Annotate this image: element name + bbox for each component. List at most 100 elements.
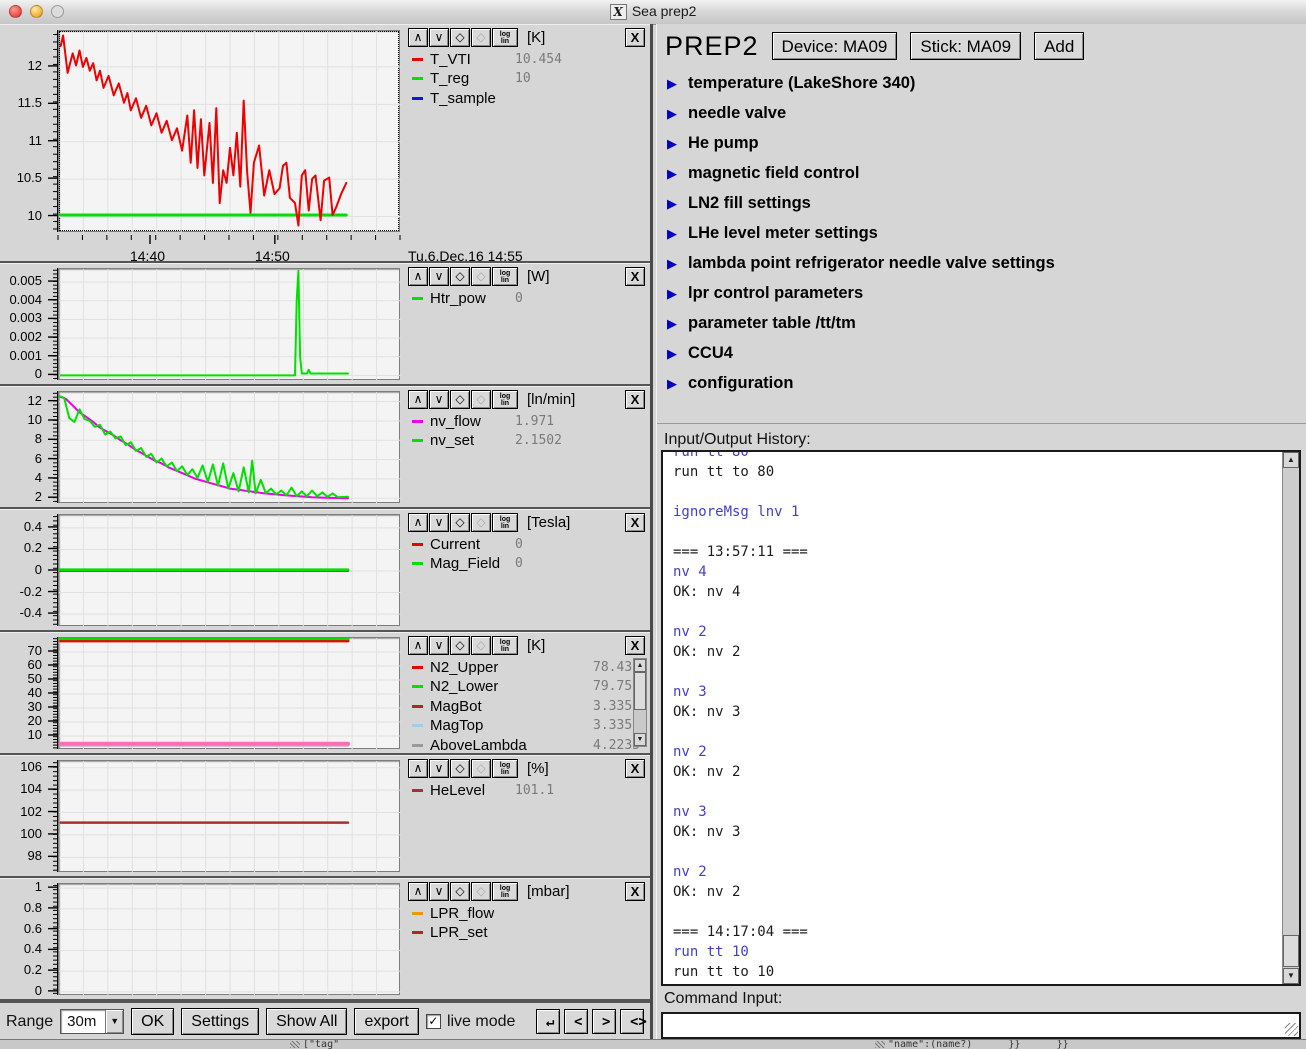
log-lin-toggle-icon[interactable]: loglin [492,513,518,532]
expand-arrow-icon[interactable]: ▶ [667,77,677,90]
scale-up-icon[interactable]: ∧ [408,759,428,778]
scale-up-icon[interactable]: ∧ [408,390,428,409]
show-all-button[interactable]: Show All [266,1008,347,1035]
scale-up-icon[interactable]: ∧ [408,636,428,655]
scale-down-icon[interactable]: ∨ [429,513,449,532]
expand-arrow-icon[interactable]: ▶ [667,377,677,390]
autoscale-icon[interactable]: ◇ [450,28,470,47]
scroll-down-icon[interactable]: ▼ [634,733,646,746]
jump-latest-icon[interactable]: ↵ [536,1009,560,1034]
chart-close-button[interactable]: X [625,28,645,47]
add-button[interactable]: Add [1034,32,1084,60]
y-tick-label: 0.004 [0,293,42,307]
autoscale-off-icon: ◇ [471,513,491,532]
settings-button[interactable]: Settings [181,1008,259,1035]
device-button[interactable]: Device: MA09 [772,32,898,60]
range-select[interactable]: 30m ▼ [60,1009,124,1034]
tree-item-lhe-level-meter-settings[interactable]: ▶LHe level meter settings [659,218,1306,248]
scale-down-icon[interactable]: ∨ [429,636,449,655]
scale-down-icon[interactable]: ∨ [429,28,449,47]
chart-plot-1[interactable] [58,268,400,380]
ok-button[interactable]: OK [131,1008,174,1035]
series-value: 79.759 [548,679,640,694]
autoscale-icon[interactable]: ◇ [450,759,470,778]
scroll-up-icon[interactable]: ▲ [1283,452,1299,468]
expand-arrow-icon[interactable]: ▶ [667,347,677,360]
log-lin-toggle-icon[interactable]: loglin [492,267,518,286]
tree-item-configuration[interactable]: ▶configuration [659,368,1306,398]
y-tick-label: 11 [0,134,42,148]
scrollbar-thumb[interactable] [1283,935,1299,967]
expand-arrow-icon[interactable]: ▶ [667,227,677,240]
tree-item-he-pump[interactable]: ▶He pump [659,128,1306,158]
checkbox-check-icon[interactable]: ✓ [426,1014,441,1029]
tree-item-label: lambda point refrigerator needle valve s… [688,254,1055,273]
scroll-down-icon[interactable]: ▼ [1283,968,1299,984]
log-lin-toggle-icon[interactable]: loglin [492,390,518,409]
console-command-line: nv 3 [673,682,1271,702]
chart-close-button[interactable]: X [625,882,645,901]
scale-down-icon[interactable]: ∨ [429,267,449,286]
chart-plot-0[interactable] [58,30,400,232]
scale-up-icon[interactable]: ∧ [408,882,428,901]
tree-item-ln2-fill-settings[interactable]: ▶LN2 fill settings [659,188,1306,218]
autoscale-icon[interactable]: ◇ [450,513,470,532]
export-button[interactable]: export [354,1008,418,1035]
resize-grip-icon[interactable] [1285,1023,1298,1036]
series-name: LPR_set [430,924,515,941]
chart-plot-6[interactable] [58,883,400,995]
legend-entry-LPR_flow: LPR_flow [412,904,515,922]
expand-arrow-icon[interactable]: ▶ [667,107,677,120]
stick-button[interactable]: Stick: MA09 [910,32,1021,60]
expand-arrow-icon[interactable]: ▶ [667,197,677,210]
autoscale-icon[interactable]: ◇ [450,882,470,901]
expand-arrow-icon[interactable]: ▶ [667,137,677,150]
command-input-field[interactable] [663,1014,1299,1037]
log-lin-toggle-icon[interactable]: loglin [492,759,518,778]
scale-down-icon[interactable]: ∨ [429,390,449,409]
chart-plot-2[interactable] [58,391,400,503]
tree-item-needle-valve[interactable]: ▶needle valve [659,98,1306,128]
series-color-swatch [412,931,423,934]
scale-down-icon[interactable]: ∨ [429,759,449,778]
chart-plot-3[interactable] [58,514,400,626]
expand-range-icon[interactable]: <> [620,1009,644,1034]
console-scrollbar[interactable]: ▲ ▼ [1282,452,1299,984]
expand-arrow-icon[interactable]: ▶ [667,317,677,330]
scale-up-icon[interactable]: ∧ [408,513,428,532]
scale-up-icon[interactable]: ∧ [408,28,428,47]
scrollbar-thumb[interactable] [634,672,646,710]
tree-item-parameter-table-tt-tm[interactable]: ▶parameter table /tt/tm [659,308,1306,338]
autoscale-icon[interactable]: ◇ [450,267,470,286]
chart-plot-4[interactable] [58,637,400,749]
live-mode-checkbox[interactable]: ✓ live mode [426,1013,515,1031]
autoscale-icon[interactable]: ◇ [450,636,470,655]
page-forward-icon[interactable]: > [592,1009,616,1034]
expand-arrow-icon[interactable]: ▶ [667,167,677,180]
autoscale-icon[interactable]: ◇ [450,390,470,409]
chart-plot-5[interactable] [58,760,400,872]
legend-scrollbar[interactable]: ▲▼ [633,658,647,747]
chart-close-button[interactable]: X [625,390,645,409]
scale-down-icon[interactable]: ∨ [429,882,449,901]
tree-item-lpr-control-parameters[interactable]: ▶lpr control parameters [659,278,1306,308]
series-color-swatch [412,420,423,423]
chart-row-3: -0.4-0.200.20.4∧∨◇◇loglin[Tesla]XCurrent… [0,509,650,632]
scroll-up-icon[interactable]: ▲ [634,659,646,672]
chart-close-button[interactable]: X [625,513,645,532]
chart-close-button[interactable]: X [625,759,645,778]
log-lin-toggle-icon[interactable]: loglin [492,636,518,655]
chart-close-button[interactable]: X [625,267,645,286]
expand-arrow-icon[interactable]: ▶ [667,257,677,270]
expand-arrow-icon[interactable]: ▶ [667,287,677,300]
chart-close-button[interactable]: X [625,636,645,655]
scale-up-icon[interactable]: ∧ [408,267,428,286]
log-lin-toggle-icon[interactable]: loglin [492,882,518,901]
tree-item-lambda-point-refrigerator-needle-valve-settings[interactable]: ▶ lambda point refrigerator needle valve … [659,248,1306,278]
tree-item-magnetic-field-control[interactable]: ▶magnetic field control [659,158,1306,188]
chevron-down-icon[interactable]: ▼ [105,1010,123,1033]
log-lin-toggle-icon[interactable]: loglin [492,28,518,47]
page-back-icon[interactable]: < [564,1009,588,1034]
tree-item-temperature-lakeshore-340-[interactable]: ▶temperature (LakeShore 340) [659,68,1306,98]
tree-item-ccu4[interactable]: ▶CCU4 [659,338,1306,368]
